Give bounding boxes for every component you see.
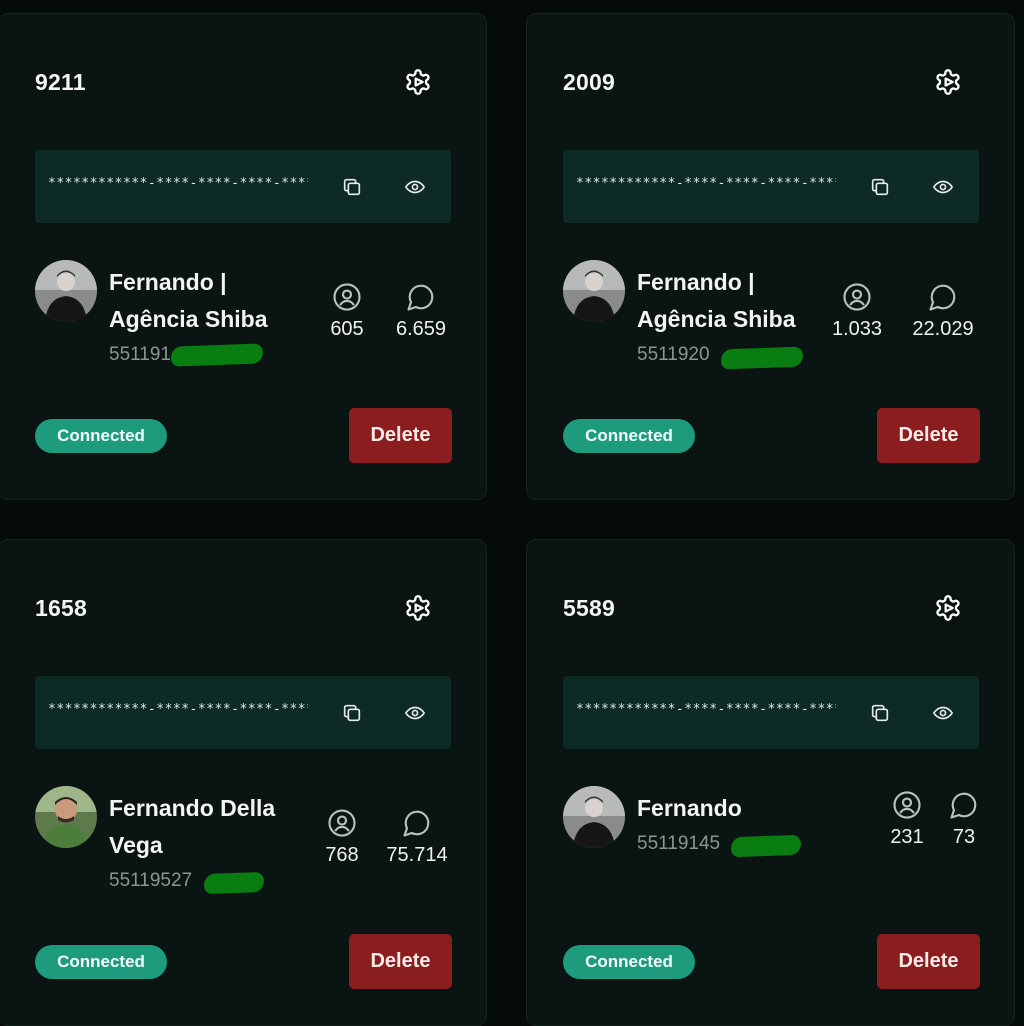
contacts-stat: 1.033 (817, 282, 897, 341)
user-circle-icon (817, 282, 897, 312)
eye-icon[interactable] (401, 699, 429, 727)
redaction-mark (720, 346, 804, 370)
messages-stat: 73 (924, 790, 1004, 849)
avatar (563, 786, 625, 848)
messages-stat: 75.714 (377, 808, 457, 867)
instance-card: 1658 ************-****-****-****-*******… (0, 539, 487, 1026)
user-circle-icon (307, 282, 387, 312)
messages-stat: 6.659 (381, 282, 461, 341)
eye-icon[interactable] (401, 173, 429, 201)
phone-number: 55119527 (109, 870, 193, 891)
profile-name: Fernando | Agência Shiba (109, 269, 268, 332)
status-badge: Connected (563, 945, 695, 979)
token-masked: ************-****-****-****-************ (576, 702, 836, 717)
contacts-stat: 605 (307, 282, 387, 341)
delete-button[interactable]: Delete (349, 408, 452, 463)
messages-count: 73 (952, 826, 976, 848)
contacts-count: 605 (330, 318, 364, 340)
status-badge: Connected (35, 945, 167, 979)
delete-button[interactable]: Delete (877, 934, 980, 989)
token-masked: ************-****-****-****-************ (576, 176, 836, 191)
delete-button[interactable]: Delete (877, 408, 980, 463)
profile-name: Fernando | Agência Shiba (637, 269, 796, 332)
token-field: ************-****-****-****-************ (35, 150, 451, 223)
instance-id: 5589 (563, 595, 615, 621)
messages-count: 22.029 (912, 318, 974, 340)
eye-icon[interactable] (929, 699, 957, 727)
instance-card: 5589 ************-****-****-****-*******… (526, 539, 1015, 1026)
contacts-count: 768 (325, 844, 359, 866)
chat-bubble-icon (924, 790, 1004, 820)
messages-count: 6.659 (395, 318, 447, 340)
profile-name: Fernando (637, 795, 742, 821)
status-badge: Connected (563, 419, 695, 453)
copy-icon[interactable] (338, 699, 366, 727)
chat-bubble-icon (381, 282, 461, 312)
token-field: ************-****-****-****-************ (35, 676, 451, 749)
gear-icon[interactable] (933, 593, 963, 623)
contacts-count: 1.033 (831, 318, 883, 340)
instance-card: 2009 ************-****-****-****-*******… (526, 13, 1015, 500)
instance-id: 9211 (35, 69, 86, 95)
avatar (35, 260, 97, 322)
token-masked: ************-****-****-****-************ (48, 702, 308, 717)
avatar (563, 260, 625, 322)
delete-button[interactable]: Delete (349, 934, 452, 989)
gear-icon[interactable] (403, 593, 433, 623)
copy-icon[interactable] (338, 173, 366, 201)
redaction-mark (170, 343, 264, 367)
instance-id: 2009 (563, 69, 615, 95)
phone-number: 5511920 (637, 344, 710, 365)
status-badge: Connected (35, 419, 167, 453)
token-field: ************-****-****-****-************ (563, 676, 979, 749)
copy-icon[interactable] (866, 173, 894, 201)
gear-icon[interactable] (933, 67, 963, 97)
profile-name: Fernando Della Vega (109, 795, 276, 858)
gear-icon[interactable] (403, 67, 433, 97)
redaction-mark (730, 834, 802, 858)
token-field: ************-****-****-****-************ (563, 150, 979, 223)
avatar (35, 786, 97, 848)
instance-id: 1658 (35, 595, 87, 621)
chat-bubble-icon (377, 808, 457, 838)
redaction-mark (203, 871, 265, 895)
instance-card: 9211 ************-****-****-****-*******… (0, 13, 487, 500)
phone-number: 551191 (109, 344, 171, 365)
copy-icon[interactable] (866, 699, 894, 727)
user-circle-icon (302, 808, 382, 838)
chat-bubble-icon (903, 282, 983, 312)
eye-icon[interactable] (929, 173, 957, 201)
token-masked: ************-****-****-****-************ (48, 176, 308, 191)
messages-count: 75.714 (386, 844, 448, 866)
phone-number: 55119145 (637, 833, 721, 854)
contacts-stat: 768 (302, 808, 382, 867)
messages-stat: 22.029 (903, 282, 983, 341)
